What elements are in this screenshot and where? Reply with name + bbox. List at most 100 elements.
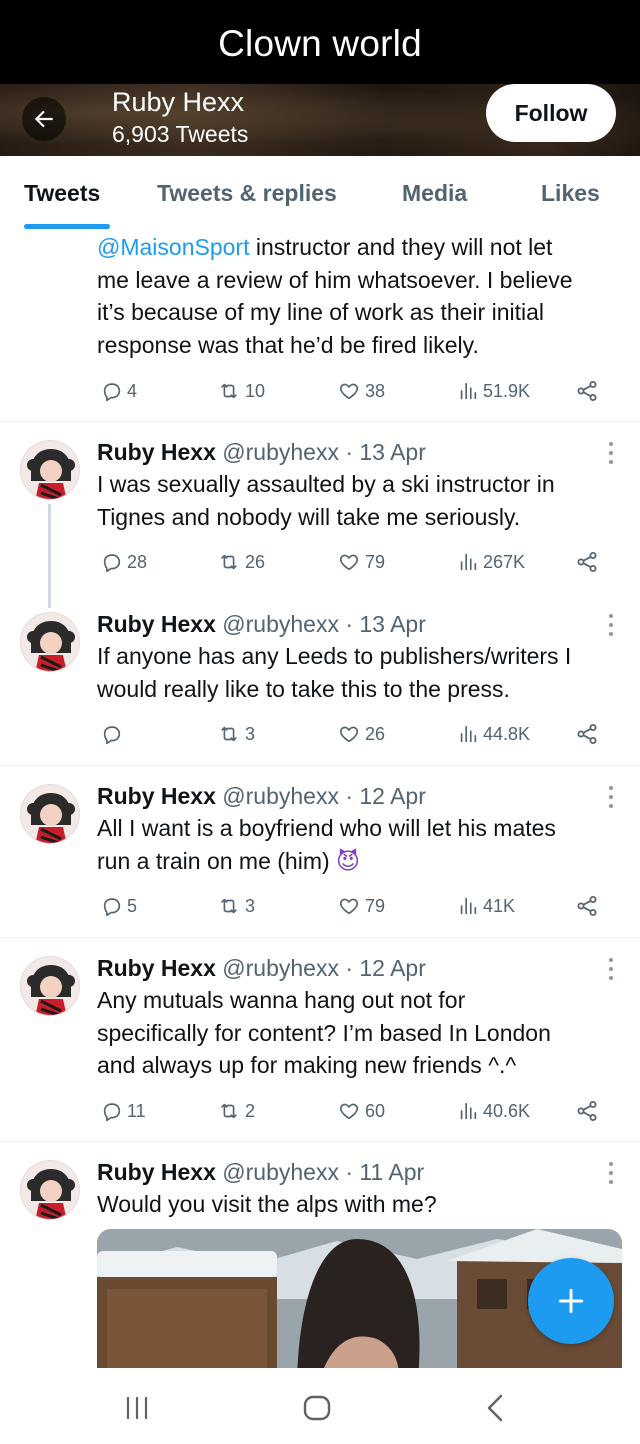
arrow-left-icon [34, 110, 53, 128]
share-button[interactable] [575, 1096, 599, 1126]
tweet-actions: 5 3 79 41K [97, 891, 617, 921]
views-button[interactable]: 40.6K [457, 1096, 530, 1126]
tweet-actions: 28 26 79 267K [97, 547, 617, 577]
more-options-button[interactable] [606, 958, 616, 984]
retweet-button[interactable]: 3 [217, 719, 255, 749]
divider [0, 765, 640, 766]
home-icon [303, 1395, 331, 1421]
share-icon [577, 896, 597, 916]
views-chart-icon [460, 553, 477, 571]
heart-icon [339, 383, 359, 400]
reply-icon [103, 898, 121, 917]
like-button[interactable]: 38 [337, 376, 385, 406]
avatar[interactable] [20, 956, 80, 1016]
retweet-button[interactable]: 3 [217, 891, 255, 921]
share-button[interactable] [575, 376, 599, 406]
more-options-button[interactable] [606, 442, 616, 468]
views-chart-icon [460, 725, 477, 743]
views-button[interactable]: 267K [457, 547, 525, 577]
divider [0, 421, 640, 422]
recent-apps-button[interactable] [124, 1396, 150, 1425]
mention-link[interactable]: @MaisonSport [97, 234, 249, 260]
reply-button[interactable]: 4 [101, 376, 137, 406]
author-handle-date[interactable]: @rubyhexx · 12 Apr [222, 783, 426, 809]
heart-icon [339, 1103, 359, 1120]
author-handle-date[interactable]: @rubyhexx · 12 Apr [222, 955, 426, 981]
plus-icon [558, 1288, 584, 1314]
share-icon [577, 1101, 597, 1121]
retweet-button[interactable]: 10 [217, 376, 265, 406]
author-handle-date[interactable]: @rubyhexx · 11 Apr [222, 1159, 424, 1185]
retweet-button[interactable]: 26 [217, 547, 265, 577]
recent-apps-icon [126, 1396, 148, 1420]
views-button[interactable]: 51.9K [457, 376, 530, 406]
author-handle-date[interactable]: @rubyhexx · 13 Apr [222, 439, 426, 465]
meme-caption-bar: Clown world [0, 0, 640, 84]
reply-button[interactable]: 11 [101, 1096, 146, 1126]
retweet-icon [221, 726, 237, 742]
author-name[interactable]: Ruby Hexx [97, 955, 216, 981]
author-name[interactable]: Ruby Hexx [97, 611, 216, 637]
back-button[interactable] [22, 97, 66, 141]
avatar[interactable] [20, 784, 80, 844]
heart-icon [339, 898, 359, 915]
retweet-icon [221, 383, 237, 399]
tweet-text: Would you visit the alps with me? [97, 1191, 437, 1217]
avatar-illustration [21, 785, 79, 843]
avatar-illustration [21, 957, 79, 1015]
tab-media[interactable]: Media [402, 180, 467, 207]
like-button[interactable]: 60 [337, 1096, 385, 1126]
views-chart-icon [460, 1102, 477, 1120]
tweet-text: All I want is a boyfriend who will let h… [97, 815, 556, 875]
profile-name: Ruby Hexx [112, 87, 245, 117]
author-handle-date[interactable]: @rubyhexx · 13 Apr [222, 611, 426, 637]
tab-likes[interactable]: Likes [541, 180, 600, 207]
reply-button[interactable] [101, 719, 127, 749]
reply-icon [103, 1103, 121, 1122]
like-button[interactable]: 79 [337, 547, 385, 577]
share-icon [577, 552, 597, 572]
author-name[interactable]: Ruby Hexx [97, 1159, 216, 1185]
retweet-button[interactable]: 2 [217, 1096, 255, 1126]
views-button[interactable]: 41K [457, 891, 515, 921]
divider [0, 937, 640, 938]
heart-icon [339, 726, 359, 743]
tweet-actions: 4 10 38 51.9K [97, 376, 617, 406]
retweet-icon [221, 1103, 237, 1119]
tab-tweets[interactable]: Tweets [24, 180, 100, 207]
avatar-illustration [21, 441, 79, 499]
avatar[interactable] [20, 440, 80, 500]
avatar[interactable] [20, 1160, 80, 1220]
like-button[interactable]: 79 [337, 891, 385, 921]
author-name[interactable]: Ruby Hexx [97, 783, 216, 809]
author-name[interactable]: Ruby Hexx [97, 439, 216, 465]
views-chart-icon [460, 897, 477, 915]
system-back-button[interactable] [484, 1393, 506, 1428]
more-options-button[interactable] [606, 1162, 616, 1188]
views-button[interactable]: 44.8K [457, 719, 530, 749]
tweet-actions: 3 26 44.8K [97, 719, 617, 749]
tweet-actions: 11 2 60 40.6K [97, 1096, 617, 1126]
tweet-text: @MaisonSport instructor and they will no… [97, 234, 573, 358]
avatar[interactable] [20, 612, 80, 672]
tweet-feed[interactable]: @MaisonSport instructor and they will no… [0, 232, 640, 1368]
follow-button[interactable]: Follow [486, 84, 616, 142]
tweet-text: Any mutuals wanna hang out not for speci… [97, 987, 551, 1078]
compose-tweet-button[interactable] [528, 1258, 614, 1344]
reply-button[interactable]: 28 [101, 547, 147, 577]
more-options-button[interactable] [606, 786, 616, 812]
home-button[interactable] [302, 1394, 332, 1427]
share-button[interactable] [575, 719, 599, 749]
tab-tweets-replies[interactable]: Tweets & replies [157, 180, 337, 207]
share-button[interactable] [575, 547, 599, 577]
like-button[interactable]: 26 [337, 719, 385, 749]
share-button[interactable] [575, 891, 599, 921]
heart-icon [339, 554, 359, 571]
reply-icon [103, 554, 121, 573]
reply-icon [103, 383, 121, 402]
more-options-button[interactable] [606, 614, 616, 640]
share-icon [577, 724, 597, 744]
retweet-icon [221, 554, 237, 570]
reply-button[interactable]: 5 [101, 891, 137, 921]
retweet-icon [221, 898, 237, 914]
